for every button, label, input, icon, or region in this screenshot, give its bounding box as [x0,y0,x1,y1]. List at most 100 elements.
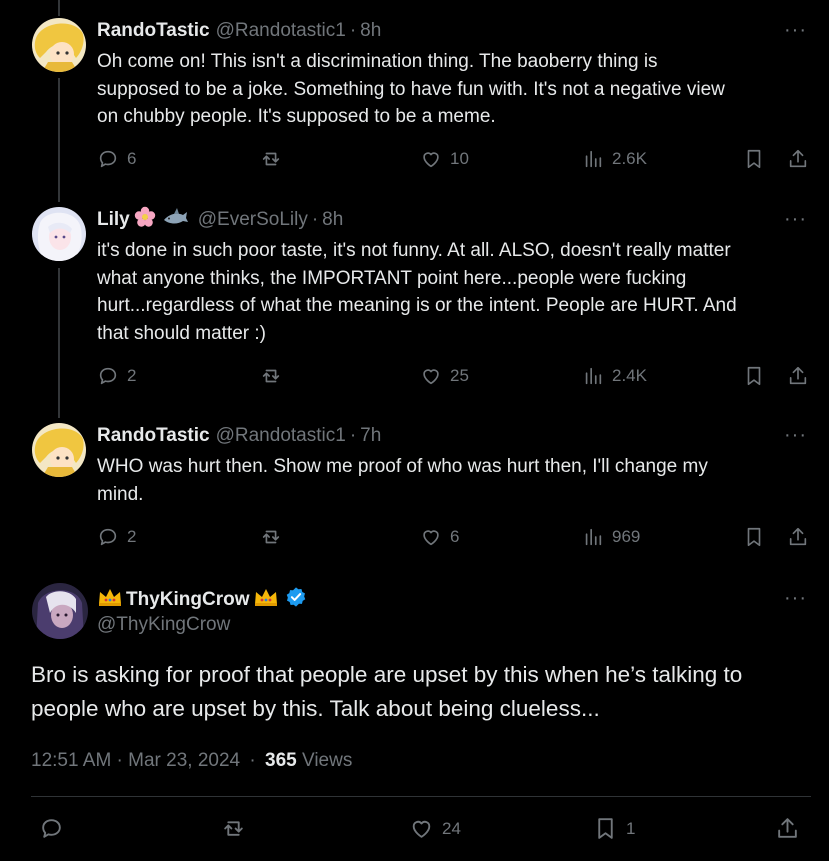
reply-button[interactable]: 2 [97,526,136,548]
author-handle[interactable]: @Randotastic1 [216,20,346,42]
tweet-text: WHO was hurt then. Show me proof of who … [97,453,812,508]
separator: · [349,20,357,41]
reply-count: 6 [127,149,137,168]
timestamp[interactable]: 8h [322,209,343,231]
views-icon [585,150,602,168]
views-count: 2.6K [612,149,647,168]
author-name[interactable]: RandoTastic [97,20,210,42]
avatar[interactable] [32,423,86,477]
flower-icon [133,205,157,235]
avatar[interactable] [32,18,86,72]
like-count: 10 [450,149,469,168]
repost-icon [224,821,243,836]
repost-icon [262,369,280,383]
reply-tweet[interactable]: RandoTastic @Randotastic1 · 8h ··· Oh co… [0,18,829,188]
tweet-text-line: what anyone thinks, the IMPORTANT point … [97,267,687,289]
share-button[interactable] [787,526,809,548]
tweet-text: Bro is asking for proof that people are … [31,658,811,726]
crown-icon [97,586,123,614]
like-button[interactable]: 10 [420,148,469,170]
author-handle[interactable]: @ThyKingCrow [97,614,230,636]
like-button[interactable]: 6 [420,526,459,548]
separator: · [349,425,357,446]
repost-button[interactable] [260,365,290,387]
share-icon [789,366,807,385]
repost-button[interactable] [221,816,254,841]
action-bar: 2 6 969 [97,526,812,554]
more-options-icon[interactable]: ··· [784,20,807,40]
crown-icon [253,586,279,614]
tweet-text-line: hurt...regardless of what the meaning is… [97,295,737,316]
tweet-text: Oh come on! This isn't a discrimination … [97,48,812,131]
thread-line [58,0,60,16]
reply-button[interactable] [39,816,72,841]
share-icon [789,527,807,546]
repost-button[interactable] [260,526,290,548]
verified-badge-icon[interactable] [285,586,307,614]
share-icon [789,149,807,168]
bookmark-icon [598,818,613,839]
like-count: 24 [442,818,461,838]
bookmark-button[interactable] [743,148,765,170]
like-icon [423,530,439,546]
timestamp[interactable]: 7h [360,425,381,447]
tweet-text-line: on chubby people. It's supposed to be a … [97,106,496,127]
bookmark-count: 1 [626,818,636,838]
share-button[interactable] [787,148,809,170]
share-button[interactable] [787,365,809,387]
repost-icon [262,152,280,166]
more-options-icon[interactable]: ··· [784,209,807,229]
bookmark-button[interactable] [743,526,765,548]
divider [31,796,811,797]
separator: · [311,209,319,230]
separator: · [249,750,256,771]
tweet-text-line: WHO was hurt then. Show me proof of who … [97,456,708,477]
like-button[interactable]: 24 [409,816,461,841]
tweet-text-line: mind. [97,483,144,505]
bookmark-icon [747,527,761,547]
reply-icon [99,367,117,385]
repost-button[interactable] [260,148,290,170]
author-handle[interactable]: @Randotastic1 [216,425,346,447]
reply-icon [42,819,61,838]
views-count: 365 [265,750,297,771]
reply-button[interactable]: 6 [97,148,136,170]
reply-button[interactable]: 2 [97,365,136,387]
share-button[interactable] [775,816,800,841]
avatar[interactable] [32,207,86,261]
views-count: 969 [612,527,641,546]
tweet-text-line: it's done in such poor taste, it's not f… [97,240,731,261]
tweet-text-line: people who are upset by this. Talk about… [31,696,600,721]
reply-tweet[interactable]: Lily @EverSoLily · 8h ··· it's done in s… [0,205,829,407]
reply-icon [99,150,117,168]
more-options-icon[interactable]: ··· [784,425,807,445]
author-name[interactable]: Lily [97,209,130,231]
like-icon [412,820,431,838]
author-name[interactable]: RandoTastic [97,425,210,447]
author-handle[interactable]: @EverSoLily [198,209,308,231]
author-name[interactable]: ThyKingCrow [126,589,250,611]
action-bar: 6 10 2.6K [97,148,812,176]
bookmark-button[interactable]: 1 [593,816,635,841]
action-bar: 24 1 [31,816,811,846]
timestamp[interactable]: 12:51 AM · Mar 23, 2024 [31,750,240,771]
tweet-text-line: that should matter :) [97,322,266,344]
avatar[interactable] [32,583,88,639]
views-button[interactable]: 969 [582,526,640,548]
reply-count: 2 [127,366,137,385]
shark-icon [163,206,189,234]
views-button[interactable]: 2.4K [582,365,647,387]
like-button[interactable]: 25 [420,365,469,387]
reply-count: 2 [127,527,137,546]
views-button[interactable]: 2.6K [582,148,647,170]
bookmark-icon [747,149,761,169]
bookmark-button[interactable] [743,365,765,387]
more-options-icon[interactable]: ··· [784,588,807,608]
repost-icon [262,530,280,544]
like-count: 25 [450,366,469,385]
reply-tweet[interactable]: RandoTastic @Randotastic1 · 7h ··· WHO w… [0,423,829,563]
tweet-meta: 12:51 AM · Mar 23, 2024 · 365 Views [31,750,352,772]
author-name-row[interactable]: ThyKingCrow [97,586,310,614]
like-icon [423,369,439,385]
timestamp[interactable]: 8h [360,20,381,42]
